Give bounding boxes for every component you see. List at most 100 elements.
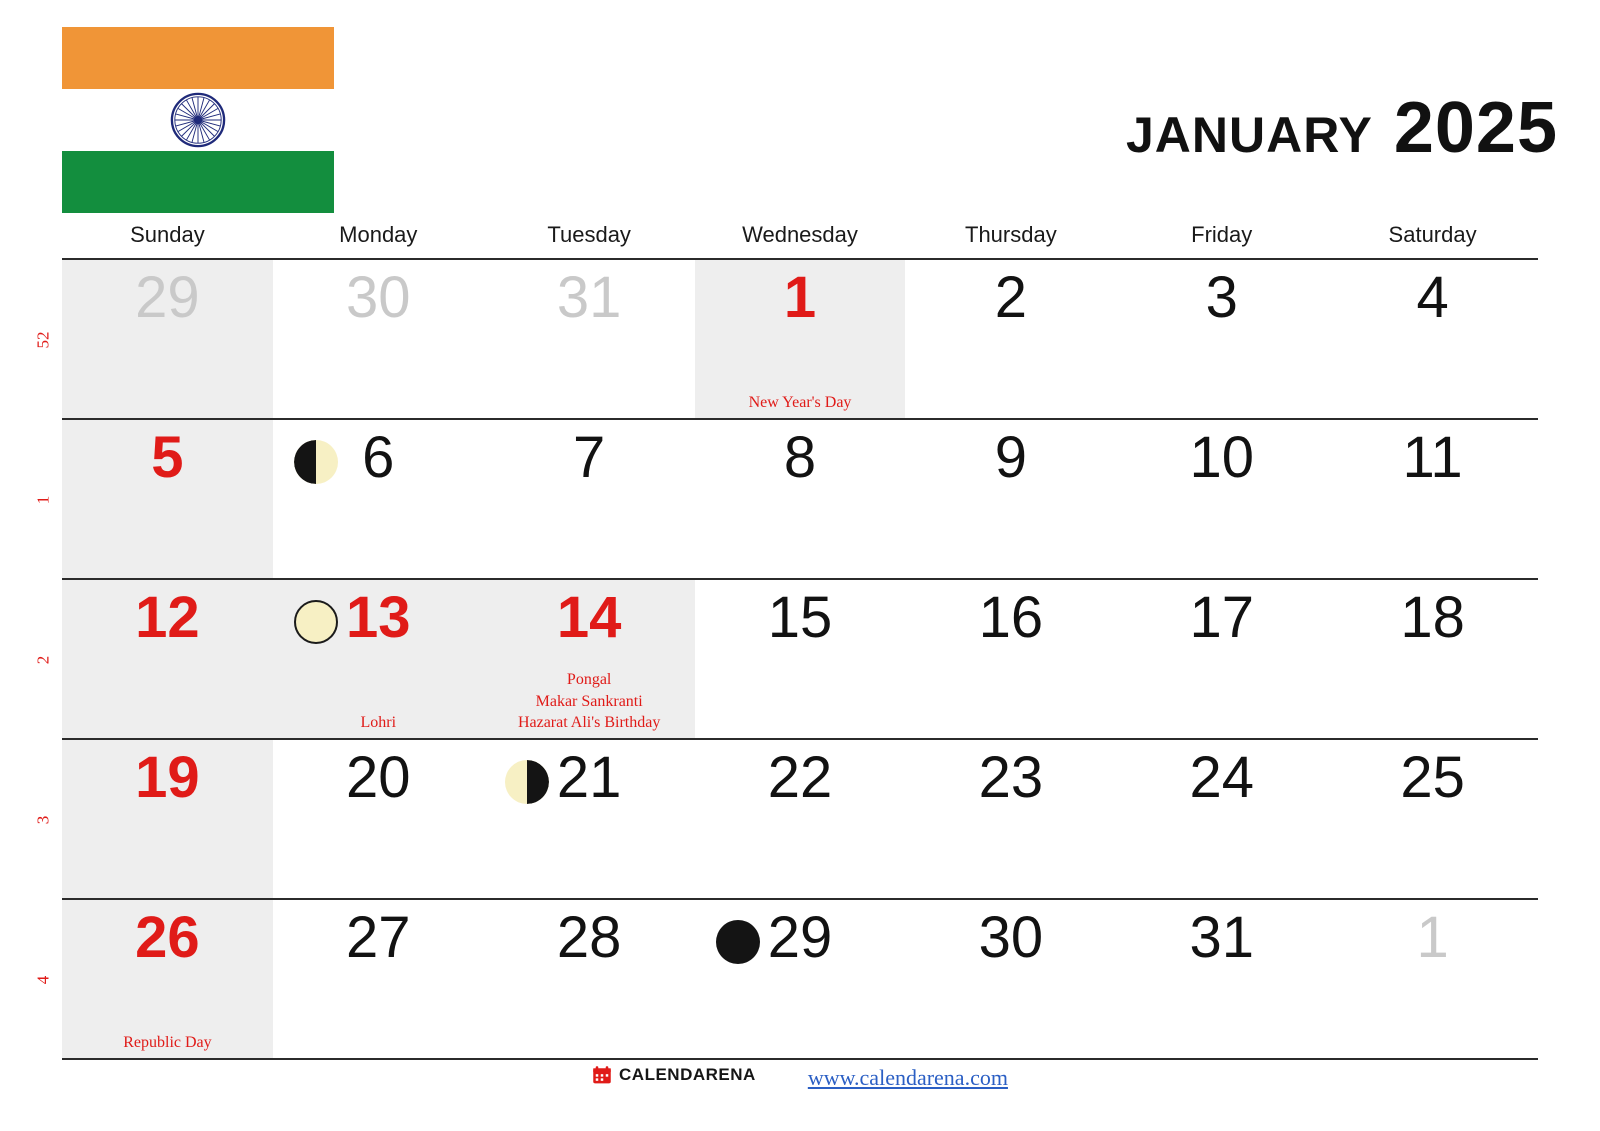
day-cell[interactable]: 29 [694,900,906,1058]
site-url-link[interactable]: www.calendarena.com [808,1065,1008,1091]
day-number: 22 [767,745,833,810]
ashoka-chakra-icon [170,92,226,148]
weekday-header-tuesday: Tuesday [547,222,631,247]
day-number: 15 [767,585,833,650]
calendar-week-row: 1 5 6 7 8 9 10 11 [33,420,1539,580]
day-cell[interactable]: 7 [483,420,695,578]
day-cell[interactable]: 1 New Year's Day [694,260,906,418]
day-cell[interactable]: 23 [905,740,1117,898]
week-number-label: 1 [33,495,52,505]
day-number: 27 [346,905,411,970]
day-cell[interactable]: 10 [1116,420,1328,578]
day-number: 21 [556,745,622,810]
day-cell[interactable]: 30 [905,900,1117,1058]
day-number: 4 [1416,265,1449,330]
day-number: 30 [978,905,1044,970]
day-cell[interactable]: 13 Lohri [272,580,484,738]
day-cell[interactable]: 28 [483,900,695,1058]
day-number: 29 [135,265,200,330]
day-cell[interactable]: 16 [905,580,1117,738]
day-cell[interactable]: 21 [483,740,695,898]
day-number: 17 [1189,585,1254,650]
day-cell[interactable]: 2 [905,260,1117,418]
week-number: 1 [28,420,58,580]
day-cell[interactable]: 22 [694,740,906,898]
calendar-week-row: 52 29 30 31 1 New Year's Day 2 3 4 [33,260,1539,420]
brand-name: CALENDARENA [619,1065,756,1084]
flag-band-green [62,151,334,213]
weekday-header-sunday: Sunday [130,222,205,247]
weekday-header-row: Sunday Monday Tuesday Wednesday Thursday… [62,222,1538,258]
week-number-label: 2 [33,655,52,665]
calendar-grid: 52 29 30 31 1 New Year's Day 2 3 4 1 5 6 7 8 9 10 11 2 12 1… [33,258,1539,1060]
day-cell[interactable]: 26 Republic Day [62,900,273,1058]
day-number: 3 [1205,265,1238,330]
holiday-label: Makar Sankranti [535,692,643,710]
week-number: 2 [28,580,58,740]
day-cell[interactable]: 14 Pongal Makar Sankranti Hazarat Ali's Bir… [483,580,695,738]
holiday-label: New Year's Day [748,394,852,412]
day-number: 1 [1416,905,1449,970]
week-number-label: 52 [33,331,52,349]
week-number: 52 [28,260,58,420]
day-number: 13 [346,585,411,650]
day-number: 31 [556,265,622,330]
holiday-list: Republic Day [64,1032,271,1054]
day-number: 8 [783,425,817,490]
day-cell[interactable]: 27 [272,900,484,1058]
day-number: 11 [1402,425,1463,490]
india-flag [62,27,334,213]
day-number: 12 [135,585,200,650]
day-cell[interactable]: 25 [1327,740,1539,898]
holiday-label: Pongal [566,671,612,689]
week-number-label: 4 [33,975,52,985]
day-number: 1 [783,265,817,330]
week-number-label: 3 [33,815,52,825]
day-number: 20 [346,745,411,810]
day-cell[interactable]: 12 [62,580,273,738]
weekday-header-friday: Friday [1191,222,1253,247]
day-cell[interactable]: 15 [694,580,906,738]
day-cell[interactable]: 3 [1116,260,1328,418]
calendar-icon [592,1065,612,1085]
flag-band-saffron [62,27,334,89]
day-cell[interactable]: 18 [1327,580,1539,738]
day-cell[interactable]: 8 [694,420,906,578]
holiday-label: Lohri [360,714,397,732]
day-number: 24 [1189,745,1254,810]
day-cell[interactable]: 29 [62,260,273,418]
day-cell[interactable]: 4 [1327,260,1539,418]
holiday-list: Pongal Makar Sankranti Hazarat Ali's Birth… [486,669,693,734]
page-footer: CALENDARENA www.calendarena.com [0,1057,1600,1131]
weekday-header-monday: Monday [339,222,418,247]
day-number: 29 [767,905,833,970]
day-cell[interactable]: 17 [1116,580,1328,738]
day-number: 10 [1189,425,1254,490]
day-number: 18 [1400,585,1465,650]
day-cell[interactable]: 1 [1327,900,1539,1058]
day-number: 7 [573,425,606,490]
day-cell[interactable]: 9 [905,420,1117,578]
brand-logo: CALENDARENA [592,1065,756,1085]
day-cell[interactable]: 20 [272,740,484,898]
page-title: January 2025 [1125,88,1558,168]
day-number: 5 [151,425,184,490]
holiday-list: New Year's Day [697,392,904,414]
day-number: 26 [135,905,200,970]
week-number: 4 [28,900,58,1060]
holiday-label: Hazarat Ali's Birthday [517,714,661,732]
day-number: 6 [362,425,395,490]
day-cell[interactable]: 5 [62,420,273,578]
day-cell[interactable]: 24 [1116,740,1328,898]
day-cell[interactable]: 31 [483,260,695,418]
week-number: 3 [28,740,58,900]
day-cell[interactable]: 6 [272,420,484,578]
day-cell[interactable]: 31 [1116,900,1328,1058]
weekday-header-saturday: Saturday [1388,222,1477,247]
day-number: 14 [556,585,622,650]
day-number: 9 [994,425,1027,490]
day-cell[interactable]: 11 [1327,420,1539,578]
day-cell[interactable]: 19 [62,740,273,898]
day-cell[interactable]: 30 [272,260,484,418]
day-number: 2 [994,265,1027,330]
